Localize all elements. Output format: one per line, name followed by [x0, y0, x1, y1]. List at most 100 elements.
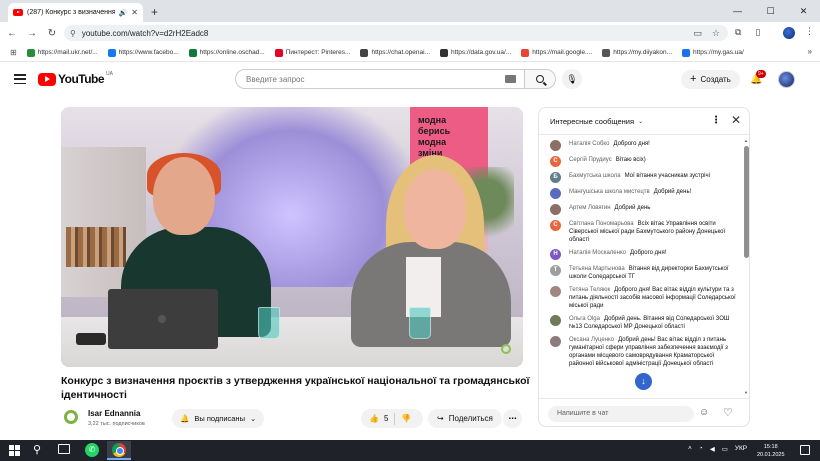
chat-author-avatar[interactable]: [550, 336, 561, 347]
profile-icon[interactable]: [783, 27, 795, 39]
chat-message[interactable]: Т Тетьяна Мартынова Вітання від директорки…: [539, 263, 743, 284]
battery-icon[interactable]: ▭: [722, 445, 728, 453]
chat-message[interactable]: Тетяна Теляюк Доброго дня! Вас вітає відд…: [539, 284, 743, 313]
scroll-up-icon[interactable]: ▲: [744, 138, 748, 143]
chat-message[interactable]: С Світлана Пономарьова Всіх вітає Управлін…: [539, 218, 743, 247]
minimize-button[interactable]: —: [721, 0, 754, 22]
bookmark-item[interactable]: https://mail.google....: [521, 48, 592, 57]
site-info-icon[interactable]: ⚲: [70, 29, 76, 38]
volume-icon[interactable]: ◀: [710, 445, 715, 453]
sidepanel-icon[interactable]: ▯: [755, 27, 760, 38]
chat-author-avatar[interactable]: [550, 140, 561, 151]
chat-message[interactable]: Мангушська школа мистецтв Добрий день!: [539, 186, 743, 202]
chat-author-avatar[interactable]: [550, 286, 561, 297]
close-window-button[interactable]: ✕: [787, 0, 820, 22]
chat-author-name[interactable]: Тетьяна Мартынова: [569, 266, 625, 272]
channel-watermark-icon[interactable]: [501, 344, 511, 354]
chat-message[interactable]: С Сергій Прудиус Вітаю всіх): [539, 154, 743, 170]
chat-scrollbar[interactable]: ▲ ▼: [744, 138, 749, 395]
scroll-down-icon[interactable]: ▼: [744, 390, 748, 395]
cast-icon[interactable]: ▭: [693, 25, 702, 41]
chat-author-avatar[interactable]: [550, 188, 561, 199]
scrollbar-thumb[interactable]: [744, 146, 749, 258]
youtube-logo[interactable]: YouTube UA: [38, 71, 113, 86]
whatsapp-icon[interactable]: ✆: [85, 443, 99, 457]
chat-author-avatar[interactable]: Т: [550, 265, 561, 276]
chat-author-name[interactable]: Бахмутська школа: [569, 173, 621, 179]
maximize-button[interactable]: ☐: [754, 0, 787, 22]
notification-center-icon[interactable]: [800, 445, 810, 455]
browser-tab-active[interactable]: (287) Конкурс з визначення... 🔊 ✕: [8, 3, 143, 22]
chat-author-avatar[interactable]: Н: [550, 249, 561, 260]
extensions-icon[interactable]: ⧉: [735, 27, 741, 38]
chrome-menu-icon[interactable]: ⋮: [805, 26, 814, 37]
chat-author-name[interactable]: Мангушська школа мистецтв: [569, 189, 650, 195]
search-input[interactable]: Введите запрос: [235, 69, 525, 89]
chat-message[interactable]: Н Наталія Москаленко Доброго дня!: [539, 247, 743, 263]
tray-chevron-icon[interactable]: ˄: [688, 445, 692, 453]
chevron-down-icon[interactable]: ⌄: [638, 118, 643, 125]
chat-more-icon[interactable]: ⋮: [711, 115, 721, 126]
chat-author-name[interactable]: Сергій Прудиус: [569, 157, 612, 163]
chat-message[interactable]: Наталія Собко Доброго дня!: [539, 138, 743, 154]
bookmark-item[interactable]: https://my.gas.ua/: [682, 48, 744, 57]
heart-icon[interactable]: ♡: [723, 406, 733, 419]
chat-author-avatar[interactable]: С: [550, 156, 561, 167]
taskbar-search-icon[interactable]: ⚲: [33, 443, 41, 456]
notifications-bell-icon[interactable]: 🔔 9+: [750, 70, 766, 85]
menu-hamburger-icon[interactable]: [14, 74, 26, 84]
apps-grid-icon[interactable]: ⊞: [10, 48, 17, 57]
search-button[interactable]: [524, 69, 556, 89]
close-tab-icon[interactable]: ✕: [131, 8, 138, 17]
chat-author-name[interactable]: Тетяна Теляюк: [569, 287, 610, 293]
taskbar-clock[interactable]: 15:18 20.01.2025: [757, 443, 785, 459]
dislike-button[interactable]: 👎: [395, 414, 411, 423]
chat-message[interactable]: Оксана Луценко Добрий день! Вас вітає від…: [539, 334, 743, 371]
chat-author-avatar[interactable]: [550, 204, 561, 215]
account-avatar[interactable]: [778, 71, 795, 88]
subscribed-button[interactable]: 🔔 Вы подписаны ⌄: [172, 409, 265, 428]
bookmark-item[interactable]: https://data.gov.ua/...: [440, 48, 511, 57]
chat-message[interactable]: Б Бахмутська школа Мої вітання учасникам з…: [539, 170, 743, 186]
reload-button[interactable]: ↻: [42, 28, 62, 39]
chat-author-avatar[interactable]: Б: [550, 172, 561, 183]
jump-to-bottom-button[interactable]: ↓: [635, 373, 652, 390]
new-tab-button[interactable]: +: [151, 5, 158, 19]
bookmark-star-icon[interactable]: ☆: [712, 25, 720, 41]
bookmark-item[interactable]: https://chat.openai...: [360, 48, 430, 57]
bookmark-item[interactable]: https://online.oschad...: [188, 48, 265, 57]
keyboard-icon[interactable]: [505, 75, 516, 83]
chat-author-avatar[interactable]: С: [550, 220, 561, 231]
emoji-icon[interactable]: ☺: [699, 407, 709, 418]
close-chat-icon[interactable]: ✕: [731, 113, 741, 127]
speaker-icon[interactable]: 🔊: [119, 9, 128, 17]
chat-author-name[interactable]: Артем Ловягин: [569, 205, 611, 211]
forward-button[interactable]: →: [22, 28, 42, 39]
bookmark-item[interactable]: https://my.diiyakon...: [602, 48, 672, 57]
windows-start-icon[interactable]: [9, 445, 20, 456]
channel-name[interactable]: Isar Ednannia: [88, 409, 140, 418]
bookmark-item[interactable]: Пинтерест: Pinteres...: [274, 48, 350, 57]
address-bar[interactable]: ⚲ youtube.com/watch?v=d2rH2Eadc8 ▭ ☆: [64, 25, 728, 41]
channel-avatar[interactable]: [64, 410, 78, 424]
back-button[interactable]: ←: [2, 28, 22, 39]
chat-author-name[interactable]: Світлана Пономарьова: [569, 221, 634, 227]
chrome-taskbar-button[interactable]: [107, 441, 131, 460]
chat-input[interactable]: Напишите в чат: [548, 406, 694, 422]
share-button[interactable]: ↪ Поделиться: [428, 409, 502, 428]
wifi-icon[interactable]: ◔: [699, 445, 703, 453]
like-button[interactable]: 👍 5: [361, 412, 396, 425]
chat-message[interactable]: Ольга Olga Добрий день. Вітання від Солед…: [539, 313, 743, 334]
chat-message[interactable]: Артем Ловягин Добрий день: [539, 202, 743, 218]
chat-author-avatar[interactable]: [550, 315, 561, 326]
bookmark-item[interactable]: https://www.facebo...: [107, 48, 179, 57]
task-view-icon[interactable]: [58, 444, 70, 454]
bookmark-item[interactable]: https://mail.ukr.net/...: [26, 48, 98, 57]
chat-author-name[interactable]: Оксана Луценко: [569, 337, 614, 343]
more-bookmarks-button[interactable]: »: [808, 47, 812, 56]
voice-search-button[interactable]: 🎙: [562, 69, 582, 89]
more-actions-button[interactable]: ⋯: [503, 409, 522, 428]
chat-author-name[interactable]: Наталія Собко: [569, 141, 609, 147]
language-indicator[interactable]: УКР: [735, 445, 747, 453]
chat-mode-label[interactable]: Интересные сообщения: [550, 117, 634, 126]
